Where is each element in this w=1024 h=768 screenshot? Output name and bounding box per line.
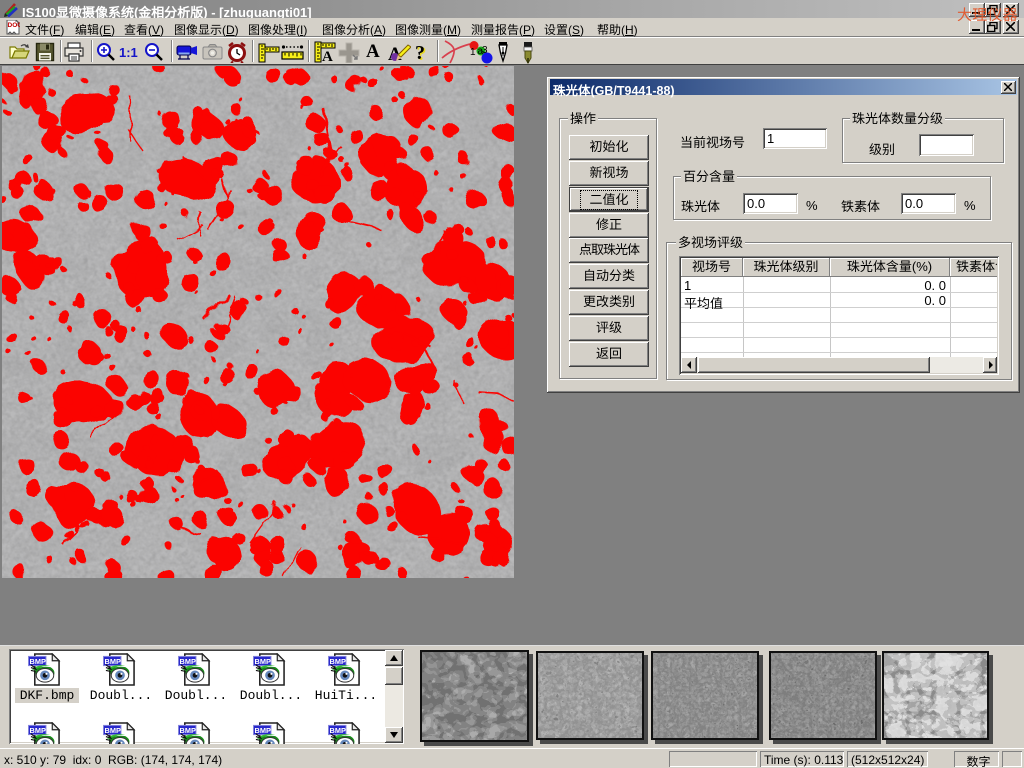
svg-text:?: ? xyxy=(415,42,425,63)
svg-text:3: 3 xyxy=(482,45,488,56)
svg-text:DOC: DOC xyxy=(8,22,21,29)
svg-text:1: 1 xyxy=(470,47,476,58)
svg-text:A: A xyxy=(322,49,333,63)
